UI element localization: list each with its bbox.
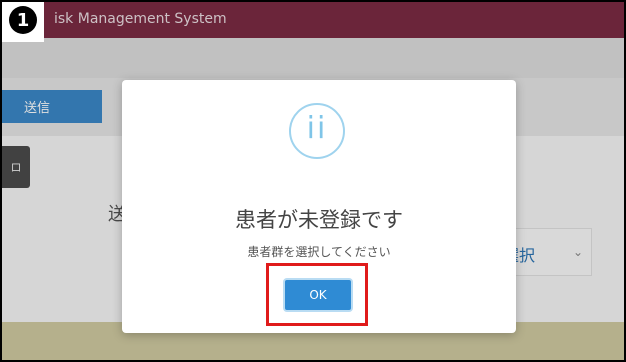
alert-dialog: ii 患者が未登録です 患者群を選択してください OK <box>122 80 516 333</box>
dialog-message: 患者群を選択してください <box>247 245 391 259</box>
app-window: isk Management System 送信 ロ 送 選択 ⌄ ii 患者が… <box>0 0 626 362</box>
ok-button[interactable]: OK <box>283 278 353 312</box>
info-icon-glyph: ii <box>306 111 328 146</box>
dialog-title: 患者が未登録です <box>235 208 403 232</box>
step-badge: 1 <box>2 2 44 42</box>
info-icon: ii <box>289 103 345 159</box>
step-number: 1 <box>9 6 37 34</box>
